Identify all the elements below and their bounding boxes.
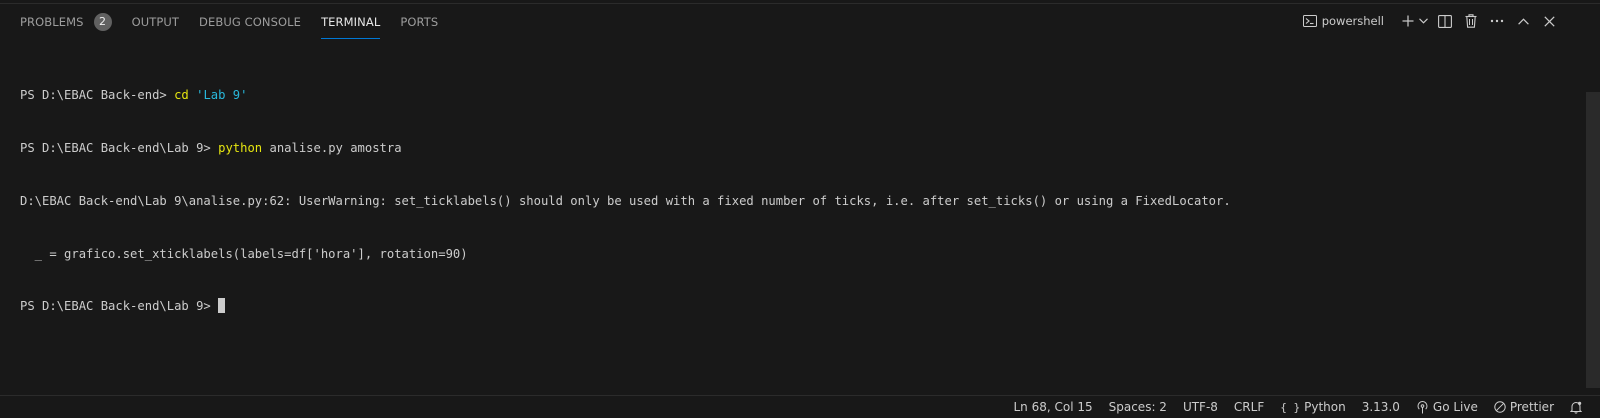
terminal-output-text: _ = grafico.set_xticklabels(labels=df['h…: [20, 246, 468, 261]
terminal-line: PS D:\EBAC Back-end> cd 'Lab 9': [20, 87, 1540, 105]
language-label: Python: [1304, 400, 1346, 414]
bell-icon: [1570, 401, 1582, 414]
tab-ports-label: PORTS: [400, 15, 439, 29]
terminal-line: PS D:\EBAC Back-end\Lab 9>: [20, 298, 1540, 316]
shell-name-label: powershell: [1321, 14, 1384, 28]
tab-debug-console-label: DEBUG CONSOLE: [199, 15, 302, 29]
chevron-down-icon: [1418, 18, 1428, 24]
eol-setting[interactable]: CRLF: [1234, 400, 1264, 414]
tab-terminal[interactable]: TERMINAL: [321, 12, 381, 39]
terminal-shell-selector[interactable]: powershell: [1302, 14, 1384, 28]
tab-problems[interactable]: PROBLEMS 2: [20, 12, 112, 32]
tab-terminal-label: TERMINAL: [321, 15, 381, 29]
split-terminal-button[interactable]: [1434, 10, 1456, 32]
tab-output[interactable]: OUTPUT: [132, 12, 179, 32]
terminal-output[interactable]: PS D:\EBAC Back-end> cd 'Lab 9' PS D:\EB…: [20, 52, 1540, 351]
panel-header: PROBLEMS 2 OUTPUT DEBUG CONSOLE TERMINAL…: [0, 0, 1600, 40]
terminal-icon: [1302, 15, 1317, 27]
scrollbar-thumb[interactable]: [1586, 92, 1600, 388]
status-bar: Ln 68, Col 15 Spaces: 2 UTF-8 CRLF { } P…: [0, 395, 1600, 418]
chevron-up-icon: [1517, 17, 1529, 25]
indentation-label: Spaces: 2: [1108, 400, 1167, 414]
status-bar-items: Ln 68, Col 15 Spaces: 2 UTF-8 CRLF { } P…: [997, 396, 1586, 418]
kill-terminal-button[interactable]: [1460, 10, 1482, 32]
more-icon: [1490, 19, 1504, 23]
plus-icon: [1402, 15, 1414, 27]
maximize-panel-button[interactable]: [1512, 10, 1534, 32]
new-terminal-button[interactable]: [1400, 10, 1416, 32]
go-live-button[interactable]: Go Live: [1416, 400, 1478, 414]
close-panel-button[interactable]: [1538, 10, 1560, 32]
problems-count-badge: 2: [93, 13, 112, 31]
panel-divider: [0, 3, 1600, 4]
terminal-string-arg: 'Lab 9': [196, 88, 248, 103]
split-icon: [1438, 14, 1452, 28]
terminal-cursor: [218, 298, 226, 314]
panel-actions: powershell: [1302, 10, 1560, 32]
terminal-line: D:\EBAC Back-end\Lab 9\analise.py:62: Us…: [20, 193, 1540, 211]
eol-label: CRLF: [1233, 400, 1265, 414]
terminal-line: PS D:\EBAC Back-end\Lab 9> python analis…: [20, 140, 1540, 158]
python-interpreter[interactable]: 3.13.0: [1362, 400, 1400, 414]
vscode-panel-window: PROBLEMS 2 OUTPUT DEBUG CONSOLE TERMINAL…: [0, 0, 1600, 418]
notifications-button[interactable]: [1570, 401, 1586, 414]
prettier-status[interactable]: Prettier: [1494, 400, 1554, 414]
close-icon: [1543, 15, 1555, 27]
prohibited-icon: [1494, 401, 1506, 413]
go-live-label: Go Live: [1432, 400, 1478, 414]
tab-problems-label: PROBLEMS: [20, 15, 84, 29]
tab-output-label: OUTPUT: [131, 15, 180, 29]
indentation-setting[interactable]: Spaces: 2: [1109, 400, 1167, 414]
launch-profile-button[interactable]: [1416, 10, 1430, 32]
panel-tabs: PROBLEMS 2 OUTPUT DEBUG CONSOLE TERMINAL…: [20, 12, 458, 39]
terminal-line: _ = grafico.set_xticklabels(labels=df['h…: [20, 246, 1540, 264]
terminal-warning-text: D:\EBAC Back-end\Lab 9\analise.py:62: Us…: [20, 193, 1231, 208]
terminal-prompt: PS D:\EBAC Back-end\Lab 9>: [20, 299, 219, 314]
more-actions-button[interactable]: [1486, 10, 1508, 32]
prettier-label: Prettier: [1509, 400, 1554, 414]
braces-icon: { }: [1280, 400, 1301, 414]
tab-ports[interactable]: PORTS: [400, 12, 438, 32]
tab-debug-console[interactable]: DEBUG CONSOLE: [199, 12, 301, 32]
language-mode[interactable]: { } Python: [1280, 400, 1345, 414]
cursor-position-label: Ln 68, Col 15: [1013, 400, 1093, 414]
encoding-setting[interactable]: UTF-8: [1183, 400, 1218, 414]
broadcast-icon: [1417, 400, 1428, 413]
terminal-args: analise.py amostra: [262, 140, 402, 155]
terminal-prompt: PS D:\EBAC Back-end>: [20, 88, 175, 103]
cursor-position[interactable]: Ln 68, Col 15: [1013, 400, 1092, 414]
terminal-command: python: [218, 140, 263, 155]
trash-icon: [1465, 14, 1477, 28]
terminal-command: cd: [174, 88, 189, 103]
encoding-label: UTF-8: [1182, 400, 1218, 414]
python-version-label: 3.13.0: [1361, 400, 1400, 414]
terminal-prompt: PS D:\EBAC Back-end\Lab 9>: [20, 140, 219, 155]
